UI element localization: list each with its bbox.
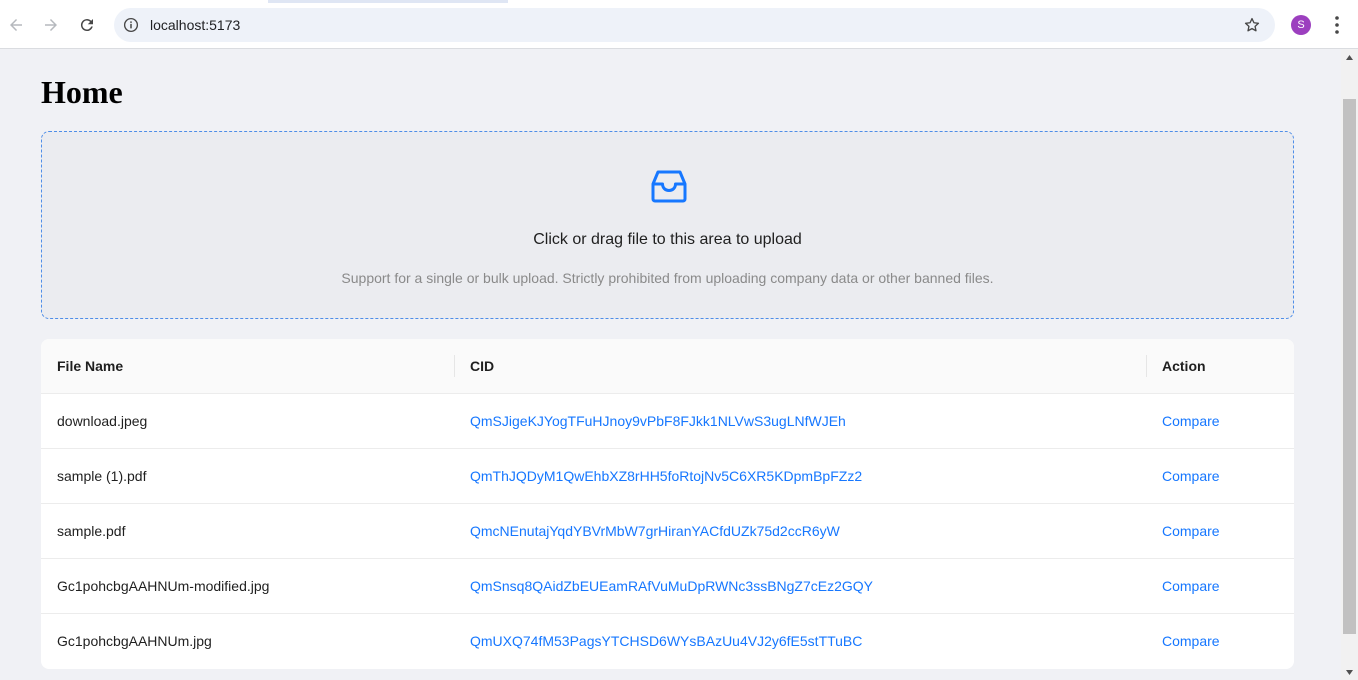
scrollbar-thumb[interactable] <box>1343 99 1356 634</box>
column-header-cid: CID <box>470 358 495 374</box>
file-name-cell: Gc1pohcbgAAHNUm-modified.jpg <box>57 578 270 594</box>
file-name-cell: download.jpeg <box>57 413 148 429</box>
url-text[interactable]: localhost:5173 <box>150 17 240 33</box>
compare-link[interactable]: Compare <box>1162 504 1220 559</box>
file-name-cell: sample (1).pdf <box>57 468 147 484</box>
tab-strip-edge <box>0 0 1358 3</box>
back-button[interactable] <box>3 12 29 38</box>
scroll-down-arrow-icon[interactable] <box>1345 668 1354 677</box>
column-header-action: Action <box>1162 358 1206 374</box>
profile-avatar[interactable]: S <box>1291 15 1311 35</box>
table-row: Gc1pohcbgAAHNUm.jpg QmUXQ74fM53PagsYTCHS… <box>41 614 1294 669</box>
inbox-icon <box>651 170 687 203</box>
column-divider <box>454 355 455 377</box>
files-table: File Name CID Action download.jpeg QmSJi… <box>41 339 1294 669</box>
column-header-file-name: File Name <box>57 358 124 374</box>
reload-icon <box>80 19 93 32</box>
table-row: Gc1pohcbgAAHNUm-modified.jpg QmSnsq8QAid… <box>41 559 1294 614</box>
table-row: sample.pdf QmcNEnutajYqdYBVrMbW7grHiranY… <box>41 504 1294 559</box>
reload-button[interactable] <box>74 12 100 38</box>
compare-link[interactable]: Compare <box>1162 449 1220 504</box>
table-header: File Name CID Action <box>41 339 1294 394</box>
page-scrollbar[interactable] <box>1341 49 1358 680</box>
site-info-icon[interactable] <box>122 16 140 34</box>
cid-link[interactable]: QmUXQ74fM53PagsYTCHSD6WYsBAzUu4VJ2y6fE5s… <box>470 614 862 669</box>
address-bar[interactable]: localhost:5173 <box>114 8 1275 42</box>
forward-arrow-icon <box>45 19 57 31</box>
compare-link[interactable]: Compare <box>1162 394 1220 449</box>
compare-link[interactable]: Compare <box>1162 559 1220 614</box>
table-row: download.jpeg QmSJigeKJYogTFuHJnoy9vPbF8… <box>41 394 1294 449</box>
upload-dropzone[interactable]: Click or drag file to this area to uploa… <box>41 131 1294 319</box>
upload-main-text: Click or drag file to this area to uploa… <box>533 231 802 248</box>
forward-button[interactable] <box>38 12 64 38</box>
page-title: Home <box>41 74 123 110</box>
compare-link[interactable]: Compare <box>1162 614 1220 669</box>
back-arrow-icon <box>10 19 22 31</box>
file-name-cell: sample.pdf <box>57 523 126 539</box>
cid-link[interactable]: QmcNEnutajYqdYBVrMbW7grHiranYACfdUZk75d2… <box>470 504 840 559</box>
table-row: sample (1).pdf QmThJQDyM1QwEhbXZ8rHH5foR… <box>41 449 1294 504</box>
file-name-cell: Gc1pohcbgAAHNUm.jpg <box>57 633 212 649</box>
bookmark-star-icon[interactable] <box>1243 16 1261 34</box>
column-divider <box>1146 355 1147 377</box>
browser-toolbar: localhost:5173 S <box>0 0 1358 49</box>
cid-link[interactable]: QmThJQDyM1QwEhbXZ8rHH5foRtojNv5C6XR5KDpm… <box>470 449 862 504</box>
more-vert-icon[interactable] <box>1328 14 1346 36</box>
upload-hint-text: Support for a single or bulk upload. Str… <box>341 270 994 286</box>
scroll-up-arrow-icon[interactable] <box>1345 53 1354 62</box>
cid-link[interactable]: QmSnsq8QAidZbEUEamRAfVuMuDpRWNc3ssBNgZ7c… <box>470 559 873 614</box>
cid-link[interactable]: QmSJigeKJYogTFuHJnoy9vPbF8FJkk1NLVwS3ugL… <box>470 394 846 449</box>
